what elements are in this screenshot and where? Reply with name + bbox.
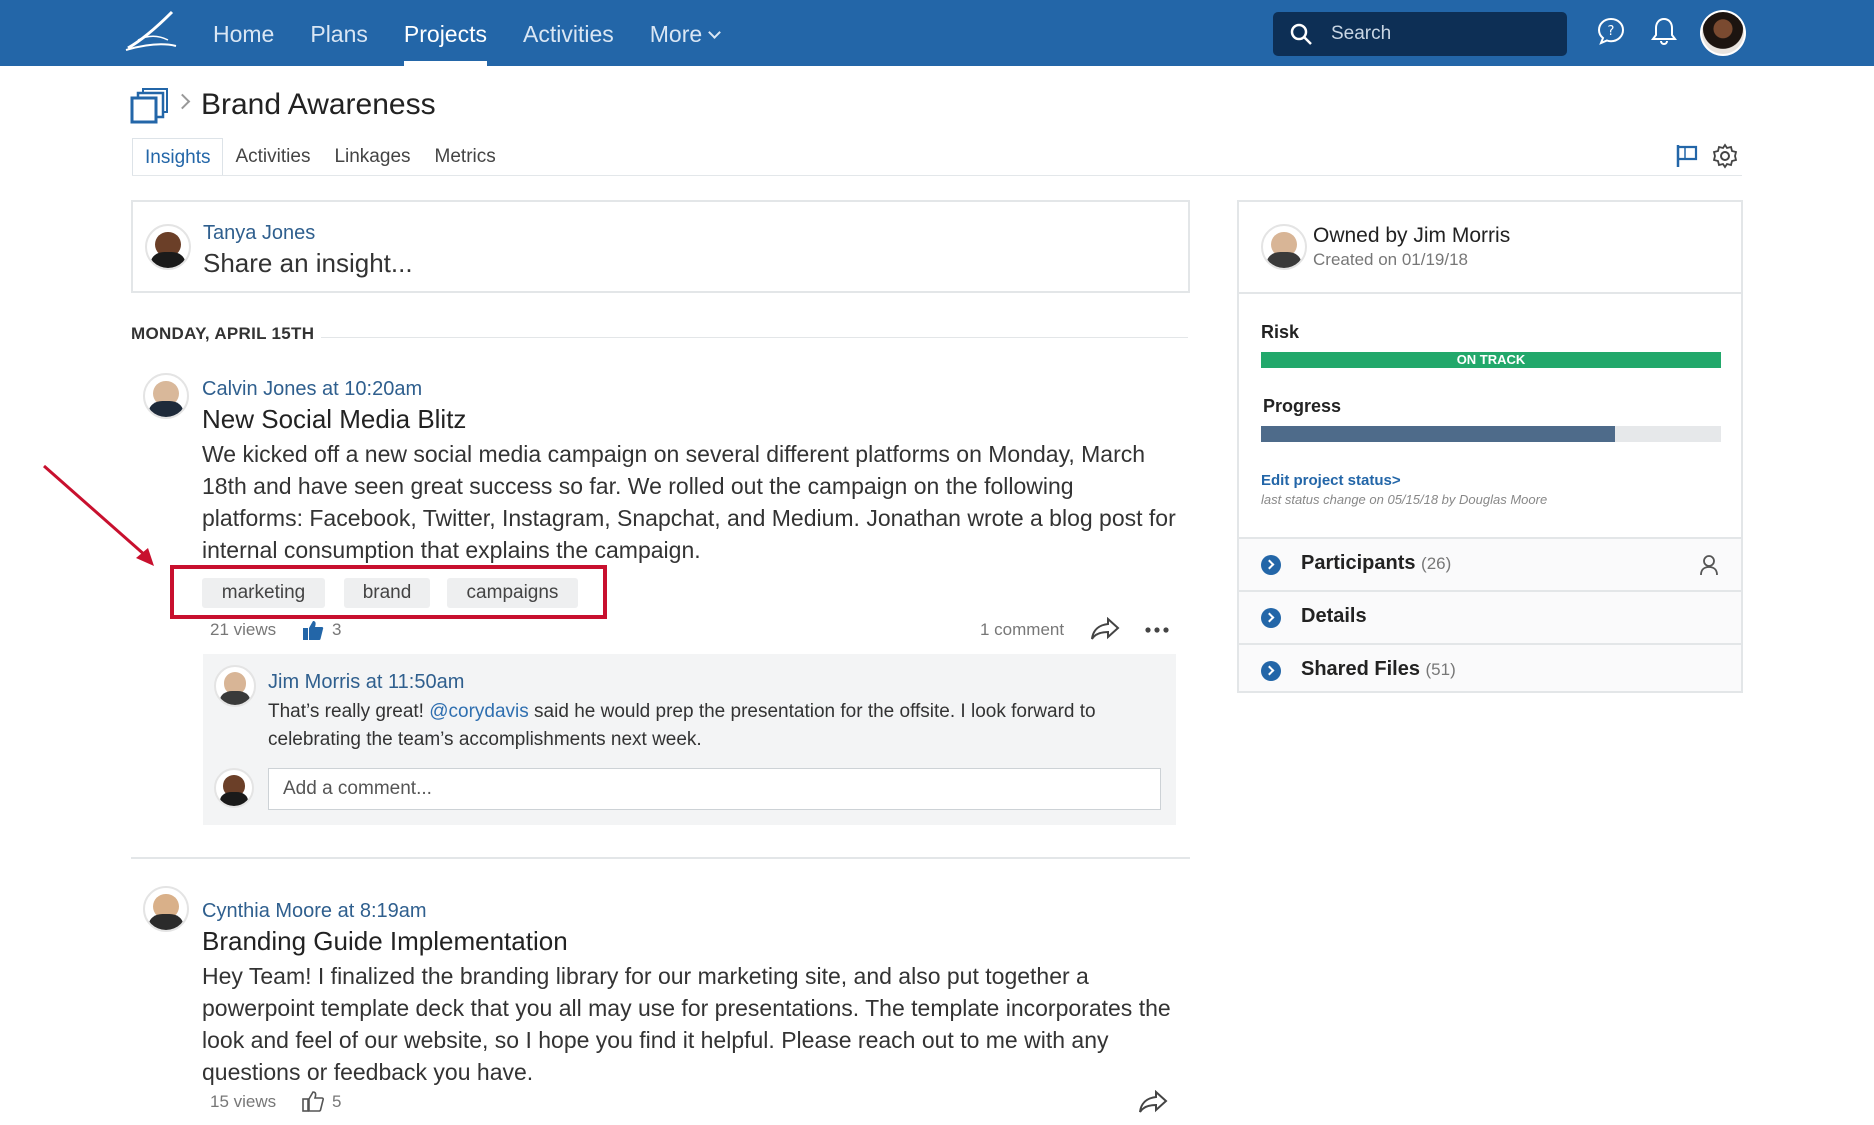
status-section: Risk ON TRACK Progress Edit project stat… [1239, 292, 1741, 537]
avatar [145, 224, 191, 270]
annotation-arrow-icon [43, 464, 154, 566]
tab-activities[interactable]: Activities [223, 138, 322, 176]
chevron-right-icon [1261, 555, 1281, 575]
breadcrumb-chevron-icon [174, 93, 191, 110]
post-divider [131, 857, 1190, 859]
nav-more-label: More [649, 21, 703, 47]
post-title[interactable]: Branding Guide Implementation [202, 926, 568, 957]
tabs-divider [132, 175, 1742, 176]
avatar [143, 373, 189, 419]
participants-text: Participants [1301, 552, 1416, 574]
accordion-participants[interactable]: Participants (26) [1239, 537, 1741, 590]
projects-stack-icon[interactable] [130, 88, 168, 126]
tab-linkages[interactable]: Linkages [322, 138, 422, 176]
comment-author[interactable]: Jim Morris at 11:50am [268, 671, 464, 694]
avatar [1261, 224, 1307, 270]
nav-plans[interactable]: Plans [292, 0, 386, 66]
gear-icon[interactable] [1712, 143, 1738, 169]
post-author[interactable]: Cynthia Moore at 8:19am [202, 900, 427, 923]
share-icon[interactable] [1138, 1090, 1168, 1114]
participants-count: (26) [1421, 554, 1452, 573]
date-divider [321, 337, 1188, 338]
risk-label: Risk [1261, 322, 1300, 342]
search-icon [1290, 23, 1312, 45]
flag-icon[interactable] [1674, 143, 1700, 169]
more-options-icon[interactable] [1144, 626, 1170, 634]
post-title[interactable]: New Social Media Blitz [202, 404, 466, 435]
post-body: We kicked off a new social media campaig… [202, 441, 1176, 563]
avatar [214, 768, 254, 808]
share-prompt[interactable]: Share an insight... [203, 248, 413, 279]
logo-icon[interactable] [124, 10, 180, 54]
post-body: Hey Team! I finalized the branding libra… [202, 963, 1171, 1085]
nav-projects[interactable]: Projects [386, 0, 505, 66]
comment-text-before: That’s really great! [268, 701, 430, 722]
tags-highlight-box [170, 565, 607, 619]
post-author[interactable]: Calvin Jones at 10:20am [202, 378, 422, 401]
comment-text: That’s really great! @corydavis said he … [268, 698, 1168, 754]
progress-label: Progress [1263, 396, 1342, 416]
nav-home[interactable]: Home [195, 0, 292, 66]
post-views: 21 views [210, 620, 277, 639]
created-date: Created on 01/19/18 [1313, 250, 1469, 269]
mention-link[interactable]: @corydavis [429, 701, 529, 722]
share-icon[interactable] [1090, 617, 1120, 641]
chevron-right-icon [1261, 608, 1281, 628]
user-avatar[interactable] [1700, 10, 1746, 56]
avatar [214, 665, 256, 707]
bell-icon[interactable] [1650, 16, 1678, 46]
project-tabs: Insights Activities Linkages Metrics [132, 138, 508, 176]
participants-label: Participants (26) [1301, 552, 1451, 575]
post-likes: 5 [332, 1092, 342, 1111]
details-label: Details [1301, 605, 1367, 627]
page-title: Brand Awareness [201, 88, 436, 121]
shared-files-label: Shared Files (51) [1301, 658, 1456, 681]
search-placeholder: Search [1331, 23, 1392, 44]
chevron-right-icon [1261, 661, 1281, 681]
share-insight-box[interactable]: Tanya Jones Share an insight... [131, 200, 1190, 293]
tab-metrics[interactable]: Metrics [423, 138, 508, 176]
search-input[interactable]: Search [1273, 12, 1567, 56]
share-user-name[interactable]: Tanya Jones [203, 222, 315, 245]
accordion-details[interactable]: Details [1239, 590, 1741, 643]
chevron-down-icon [708, 26, 722, 39]
shared-files-text: Shared Files [1301, 658, 1420, 680]
edit-status-link[interactable]: Edit project status> [1261, 472, 1401, 489]
chat-icon[interactable]: ? [1596, 16, 1626, 46]
nav-activities[interactable]: Activities [505, 0, 632, 66]
nav-more[interactable]: More [632, 0, 737, 66]
avatar [143, 886, 189, 932]
date-header: MONDAY, APRIL 15TH [131, 324, 315, 343]
svg-text:?: ? [1608, 24, 1615, 39]
add-comment-input[interactable]: Add a comment... [268, 768, 1161, 810]
thumbs-up-icon[interactable] [302, 1090, 324, 1112]
project-sidebar: Owned by Jim Morris Created on 01/19/18 … [1237, 200, 1743, 693]
last-status-change: last status change on 05/15/18 by Dougla… [1261, 492, 1548, 507]
main-nav: Home Plans Projects Activities More [195, 0, 737, 66]
tab-insights[interactable]: Insights [132, 138, 224, 176]
top-navigation-bar: Home Plans Projects Activities More Sear… [0, 0, 1874, 66]
post-views: 15 views [210, 1092, 277, 1111]
thumbs-up-filled-icon[interactable] [302, 619, 324, 641]
comments-link[interactable]: 1 comment [980, 620, 1064, 640]
shared-files-count: (51) [1425, 660, 1456, 679]
add-participant-icon[interactable] [1699, 554, 1719, 576]
progress-fill [1261, 426, 1616, 442]
post-likes: 3 [332, 620, 342, 639]
accordion-shared-files[interactable]: Shared Files (51) [1239, 643, 1741, 691]
risk-status-bar: ON TRACK [1261, 352, 1721, 368]
owner-label: Owned by Jim Morris [1313, 224, 1511, 247]
progress-track [1261, 426, 1721, 442]
